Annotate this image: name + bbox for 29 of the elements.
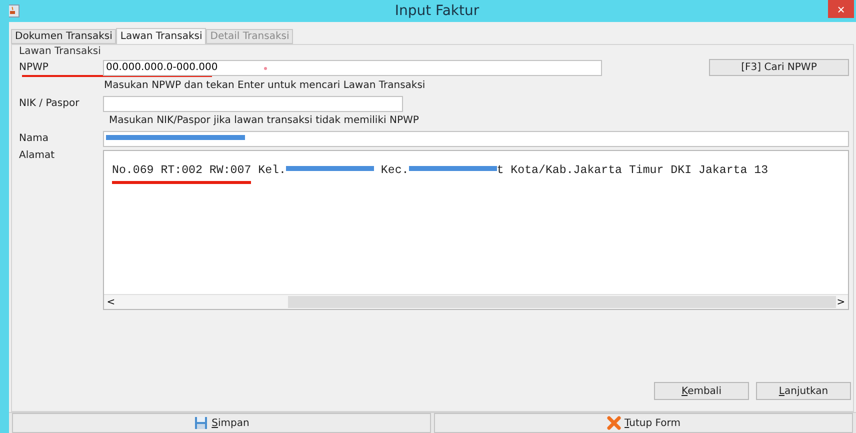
nik-label: NIK / Paspor [18,98,80,109]
address-text: Kel. [257,164,286,177]
nama-label: Nama [18,133,50,144]
alamat-label: Alamat [18,150,56,161]
scroll-right-button[interactable]: > [834,296,848,308]
nama-field[interactable] [103,130,849,146]
address-text: t Kota/Kab.Jakarta Timur DKI Jakarta 13 [496,164,768,177]
save-button[interactable]: Simpan [12,413,431,433]
scroll-left-button[interactable]: < [104,296,118,308]
close-button[interactable]: × [828,0,854,18]
horizontal-scrollbar[interactable]: < > [104,294,848,309]
close-form-button[interactable]: Tutup Form [434,413,853,433]
tab[interactable]: Lawan Transaksi [116,28,206,44]
hint-text: Masukan NIK/Paspor jika lawan transaksi tidak memiliki NPWP [108,114,420,128]
nav-button[interactable]: Lanjutkan [756,382,851,400]
address-textarea[interactable]: No.069 RT:002 RW:007 Kel. Kec. t Kota/Kab.Jakarta Timur DKI Jakarta 13 < > [103,150,849,310]
npwp-label: NPWP [18,62,50,73]
search-npwp-button[interactable]: [F3] Cari NPWP [709,59,849,76]
group-title: Lawan Transaksi [18,45,102,59]
cross-icon [606,416,621,430]
scrollbar-thumb[interactable] [288,296,836,308]
nik-field[interactable] [103,96,403,112]
address-text: Kec. [380,164,409,177]
window-title: Input Faktur [394,3,480,19]
tab[interactable]: Dokumen Transaksi [11,29,116,44]
npwp-field[interactable]: 00.000.000.0-000.000 [103,60,602,76]
hint-text: Masukan NPWP dan tekan Enter untuk mencari Lawan Transaksi [103,79,426,93]
address-text: No.069 RT:002 RW:007 [112,164,252,184]
nav-button[interactable]: Kembali [654,382,749,400]
